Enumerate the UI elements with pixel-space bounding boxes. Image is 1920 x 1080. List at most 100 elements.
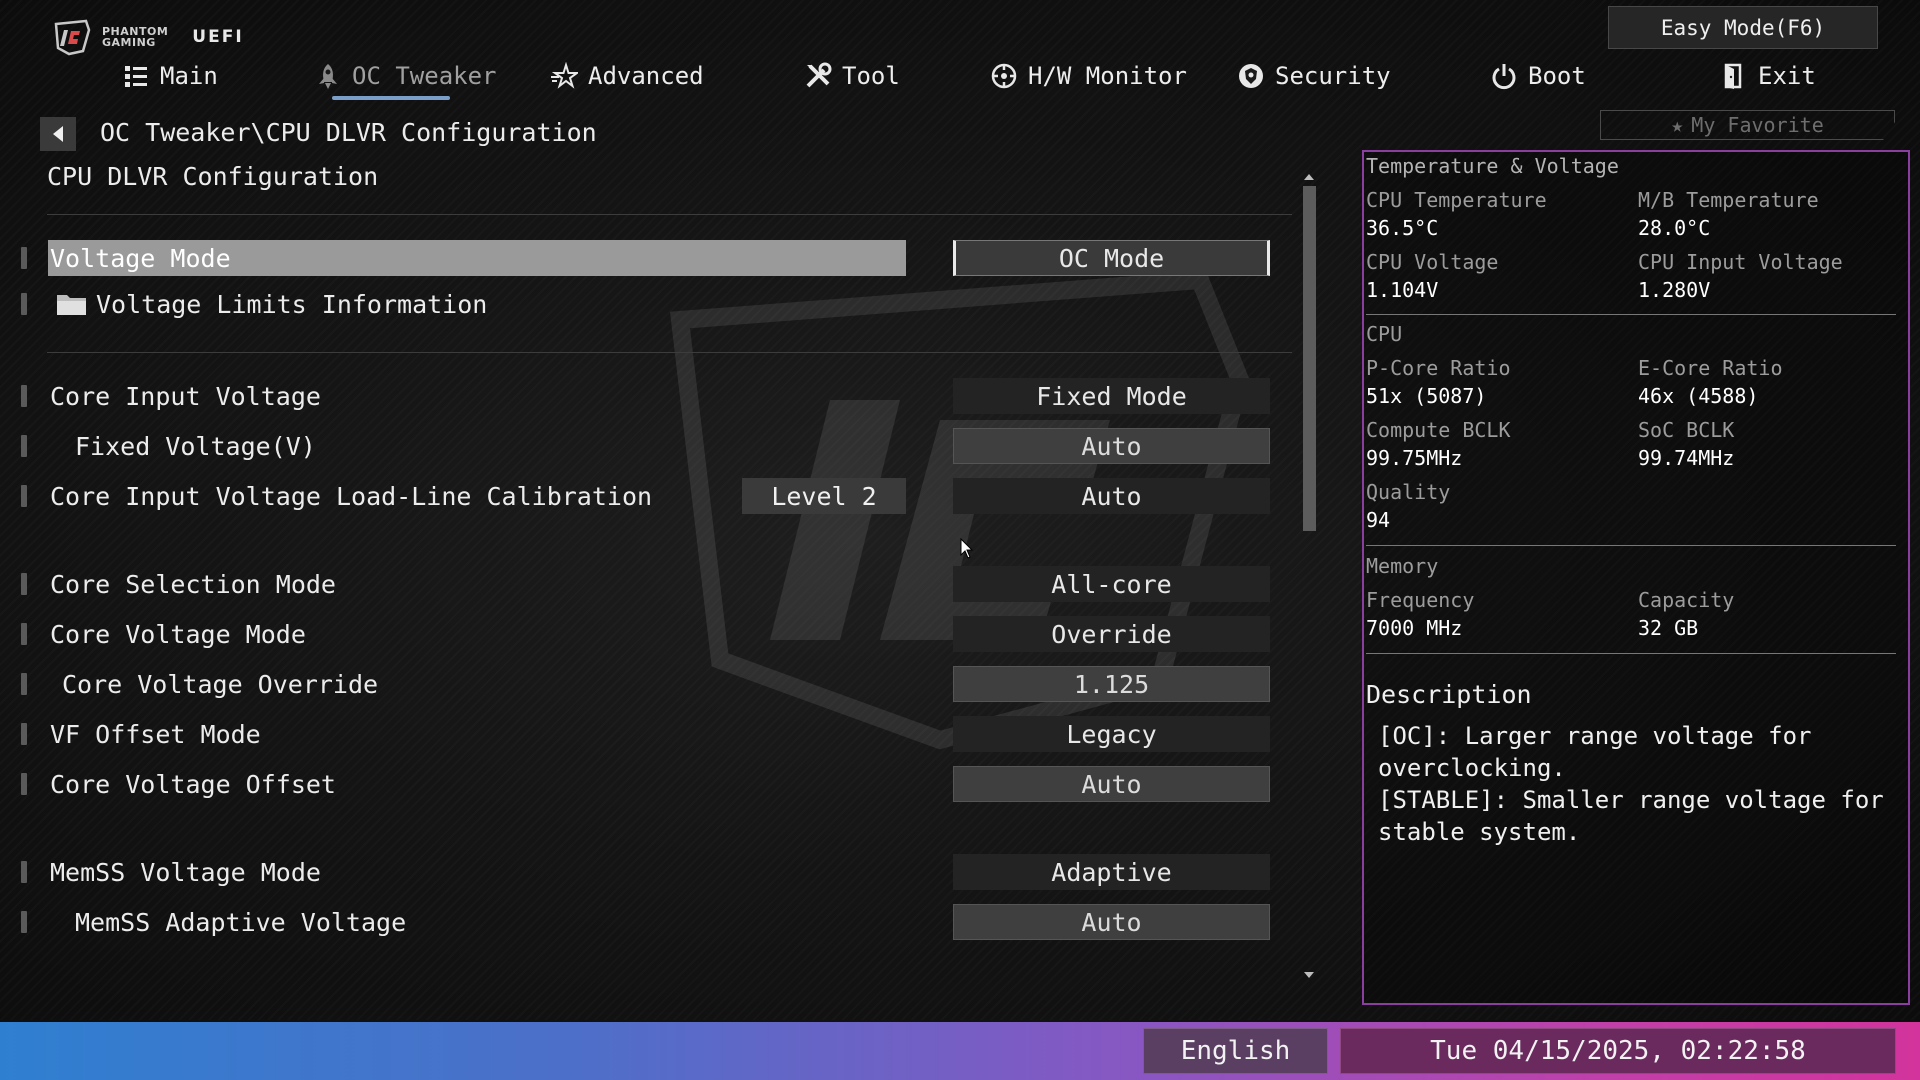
datetime-display[interactable]: Tue 04/15/2025, 02:22:58 [1340,1028,1896,1074]
my-favorite-label: My Favorite [1691,113,1824,137]
row-marker [21,673,27,695]
tab-advanced[interactable]: Advanced [550,56,704,96]
tab-boot[interactable]: Boot [1490,56,1586,96]
tab-exit[interactable]: Exit [1720,56,1816,96]
compute-bclk-label: Compute BCLK [1366,418,1511,442]
setting-fixed-voltage[interactable]: Fixed Voltage(V) Auto [0,426,1300,466]
row-marker [21,911,27,933]
setting-label: Core Voltage Offset [50,769,336,799]
settings-scrollbar[interactable] [1301,172,1316,984]
setting-vf-offset-mode[interactable]: VF Offset Mode Legacy [0,714,1300,754]
power-icon [1492,64,1516,90]
brand-logo-area: PHANTOM GAMING UEFI [52,18,244,56]
core-voltage-override-input[interactable]: 1.125 [953,666,1270,702]
memory-capacity-label: Capacity [1638,588,1735,612]
row-marker [21,293,27,315]
divider [47,352,1292,353]
core-input-voltage-value[interactable]: Fixed Mode [953,378,1270,414]
setting-label: Core Voltage Mode [50,619,306,649]
setting-core-input-voltage-llc[interactable]: Core Input Voltage Load-Line Calibration… [0,476,1300,516]
memory-capacity-value: 32 GB [1638,616,1699,640]
breadcrumb: OC Tweaker\CPU DLVR Configuration [100,118,597,147]
core-voltage-offset-input[interactable]: Auto [953,766,1270,802]
easy-mode-button[interactable]: Easy Mode(F6) [1608,6,1878,49]
scroll-up-icon[interactable] [1303,172,1315,182]
tab-oc-tweaker[interactable]: OC Tweaker [314,56,497,96]
tab-main[interactable]: Main [122,56,218,96]
star-icon [551,62,578,89]
system-info-panel: Temperature & Voltage CPU Temperature 36… [1362,150,1910,1005]
memss-voltage-mode-value[interactable]: Adaptive [953,854,1270,890]
memory-frequency-label: Frequency [1366,588,1475,612]
row-marker [21,861,27,883]
tab-security[interactable]: Security [1237,56,1391,96]
rocket-icon [319,64,337,89]
setting-label: Core Selection Mode [50,569,336,599]
row-marker [21,573,27,595]
scroll-thumb[interactable] [1303,186,1316,531]
mb-temp-value: 28.0°C [1638,216,1711,240]
tab-hw-monitor[interactable]: H/W Monitor [990,56,1187,96]
core-selection-mode-value[interactable]: All-core [953,566,1270,602]
setting-label: Fixed Voltage(V) [75,431,316,461]
vf-offset-mode-value[interactable]: Legacy [953,716,1270,752]
page-title: CPU DLVR Configuration [47,162,379,191]
setting-label: Voltage Mode [50,243,231,273]
language-button[interactable]: English [1143,1028,1328,1074]
setting-memss-adaptive-voltage[interactable]: MemSS Adaptive Voltage Auto [0,902,1300,942]
active-tab-indicator [332,96,450,100]
submenu-voltage-limits-information[interactable]: Voltage Limits Information [0,284,1300,324]
description-text: [OC]: Larger range voltage for overclock… [1378,722,1884,846]
back-button[interactable] [40,117,76,151]
setting-memss-voltage-mode[interactable]: MemSS Voltage Mode Adaptive [0,852,1300,892]
llc-level-badge: Level 2 [742,478,906,514]
cpu-section-heading: CPU [1366,322,1403,346]
row-marker [21,247,27,269]
uefi-label: UEFI [192,27,244,47]
memory-section-heading: Memory [1366,554,1439,578]
scroll-down-icon[interactable] [1303,970,1315,980]
shield-icon [1239,64,1263,88]
fixed-voltage-input[interactable]: Auto [953,428,1270,464]
divider [47,214,1292,215]
voltage-mode-value[interactable]: OC Mode [953,240,1270,276]
brand-line-2: GAMING [102,36,156,49]
panel-divider [1366,545,1896,546]
tab-label: Security [1275,62,1391,90]
tab-label: Main [160,62,218,90]
tab-tool[interactable]: Tool [804,56,900,96]
star-icon: ★ [1671,113,1684,137]
setting-core-voltage-mode[interactable]: Core Voltage Mode Override [0,614,1300,654]
setting-label: Core Input Voltage [50,381,321,411]
mouse-cursor-icon [960,538,974,559]
cpu-temp-value: 36.5°C [1366,216,1439,240]
tab-label: H/W Monitor [1028,62,1187,90]
setting-core-input-voltage[interactable]: Core Input Voltage Fixed Mode [0,376,1300,416]
tab-label: Boot [1528,62,1586,90]
pcore-ratio-label: P-Core Ratio [1366,356,1511,380]
row-marker [21,773,27,795]
memss-adaptive-voltage-input[interactable]: Auto [953,904,1270,940]
tab-label: Exit [1758,62,1816,90]
pcore-ratio-value: 51x (5087) [1366,384,1487,408]
soc-bclk-label: SoC BCLK [1638,418,1735,442]
setting-voltage-mode[interactable]: Voltage Mode OC Mode [0,238,1300,278]
row-marker [21,723,27,745]
core-input-voltage-llc-value[interactable]: Auto [953,478,1270,514]
setting-core-voltage-offset[interactable]: Core Voltage Offset Auto [0,764,1300,804]
cpu-voltage-label: CPU Voltage [1366,250,1499,274]
setting-core-voltage-override[interactable]: Core Voltage Override 1.125 [0,664,1300,704]
setting-core-selection-mode[interactable]: Core Selection Mode All-core [0,564,1300,604]
monitor-icon [991,63,1017,89]
panel-divider [1366,314,1896,315]
quality-value: 94 [1366,508,1391,532]
back-arrow-icon [53,126,63,142]
core-voltage-mode-value[interactable]: Override [953,616,1270,652]
tab-label: OC Tweaker [352,62,497,90]
description-heading: Description [1366,680,1532,709]
cpu-input-voltage-value: 1.280V [1638,278,1711,302]
setting-label: MemSS Adaptive Voltage [75,907,407,937]
setting-label: VF Offset Mode [50,719,261,749]
memory-frequency-value: 7000 MHz [1366,616,1463,640]
my-favorite-button[interactable]: ★ My Favorite [1600,110,1895,140]
